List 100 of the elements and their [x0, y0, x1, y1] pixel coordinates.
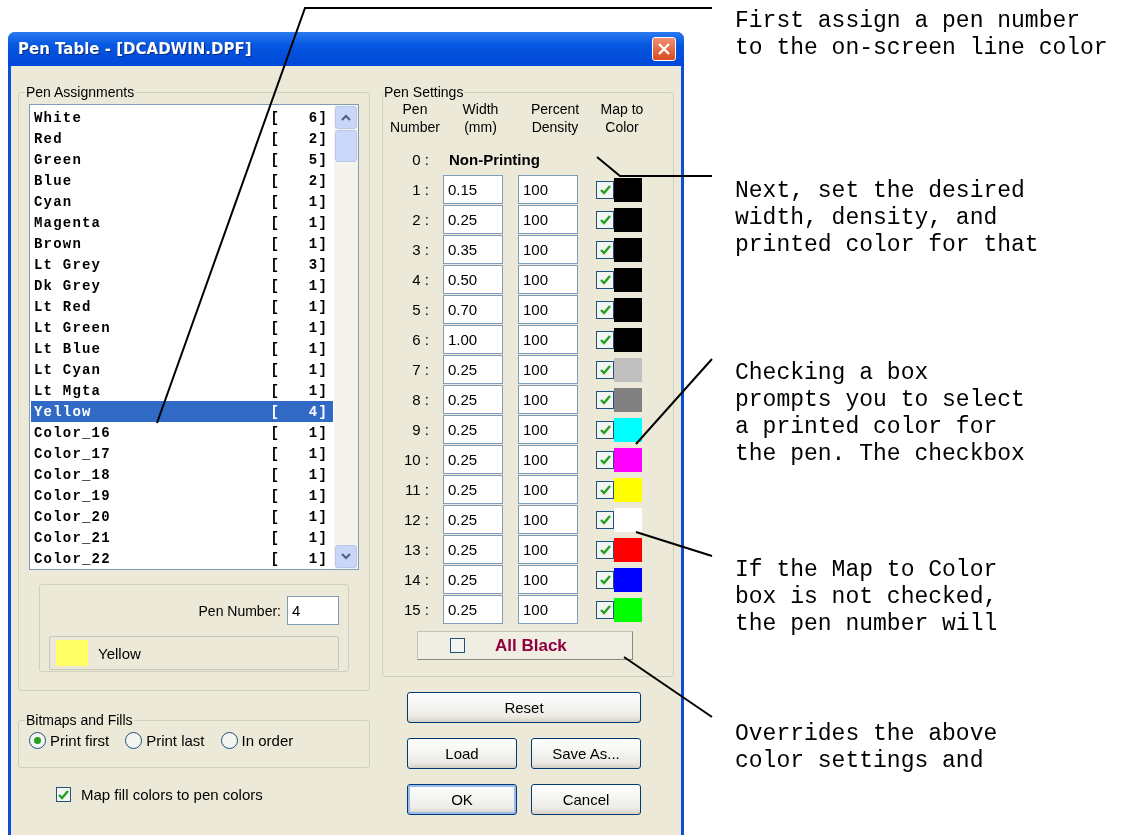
list-item[interactable]: Color_16 [ 1] — [31, 422, 333, 443]
checkbox[interactable] — [596, 210, 614, 229]
width-field[interactable]: 0.25 — [443, 535, 503, 564]
density-field[interactable]: 100 — [518, 385, 578, 414]
checkbox[interactable] — [596, 510, 614, 529]
checkbox[interactable] — [596, 180, 614, 199]
pen-number: 14 : — [402, 570, 430, 590]
width-field[interactable]: 0.25 — [443, 595, 503, 624]
list-item[interactable]: Brown [ 1] — [31, 233, 333, 254]
column-header: Width (mm) — [461, 100, 500, 137]
list-item[interactable]: Color_21 [ 1] — [31, 527, 333, 548]
list-item[interactable]: White [ 6] — [31, 107, 333, 128]
scroll-down-button[interactable] — [335, 545, 357, 568]
list-item[interactable]: Color_22 [ 1] — [31, 548, 333, 569]
width-field[interactable]: 0.50 — [443, 265, 503, 294]
density-field[interactable]: 100 — [518, 235, 578, 264]
column-header: Pen Number — [389, 100, 441, 137]
checkmark-icon — [599, 394, 611, 405]
density-field[interactable]: 100 — [518, 535, 578, 564]
checkbox[interactable] — [596, 420, 614, 439]
list-item[interactable]: Yellow [ 4] — [31, 401, 333, 422]
width-field[interactable]: 0.25 — [443, 505, 503, 534]
list-item[interactable]: Magenta [ 1] — [31, 212, 333, 233]
dialog-button[interactable]: Reset — [407, 692, 641, 723]
checkbox-option[interactable]: Map fill colors to pen colors — [56, 786, 370, 803]
close-button[interactable] — [652, 37, 676, 61]
checkmark-icon — [599, 574, 611, 585]
pen-number: 2 : — [411, 210, 430, 230]
scroll-up-button[interactable] — [335, 106, 357, 129]
checkbox[interactable] — [596, 570, 614, 589]
field-label: Pen Number: — [198, 602, 281, 619]
width-field[interactable]: 0.25 — [443, 415, 503, 444]
list-item[interactable]: Lt Red [ 1] — [31, 296, 333, 317]
radio-button[interactable] — [125, 732, 143, 749]
density-field[interactable]: 100 — [518, 475, 578, 504]
list-item[interactable]: Lt Blue [ 1] — [31, 338, 333, 359]
checkbox[interactable] — [596, 390, 614, 409]
override-toggle-button[interactable]: All Black — [417, 631, 633, 660]
density-field[interactable]: 100 — [518, 295, 578, 324]
density-field[interactable]: 100 — [518, 175, 578, 204]
list-item[interactable]: Color_18 [ 1] — [31, 464, 333, 485]
scroll-thumb[interactable] — [335, 130, 357, 162]
scrollbar[interactable] — [334, 105, 358, 569]
list-item[interactable]: Color_17 [ 1] — [31, 443, 333, 464]
dialog-button[interactable]: Save As... — [531, 738, 641, 769]
checkbox[interactable] — [596, 300, 614, 319]
width-field[interactable]: 0.25 — [443, 445, 503, 474]
radio-option[interactable]: Print first — [29, 732, 110, 749]
radio-button[interactable] — [220, 732, 238, 749]
width-field[interactable]: 0.25 — [443, 385, 503, 414]
list-item[interactable]: Color_20 [ 1] — [31, 506, 333, 527]
checkmark-icon — [599, 334, 611, 345]
list-item[interactable]: Green [ 5] — [31, 149, 333, 170]
density-field[interactable]: 100 — [518, 205, 578, 234]
dialog-button[interactable]: Load — [407, 738, 517, 769]
density-field[interactable]: 100 — [518, 265, 578, 294]
checkbox[interactable] — [596, 600, 614, 619]
dialog-button[interactable]: Cancel — [531, 784, 641, 815]
list-item[interactable]: Dk Grey [ 1] — [31, 275, 333, 296]
checkbox[interactable] — [596, 540, 614, 559]
width-field[interactable]: 0.25 — [443, 205, 503, 234]
density-field[interactable]: 100 — [518, 355, 578, 384]
density-field[interactable]: 100 — [518, 565, 578, 594]
checkbox[interactable] — [596, 480, 614, 499]
radio-option[interactable]: In order — [220, 732, 294, 749]
checkmark-icon — [599, 184, 611, 195]
checkbox[interactable] — [596, 360, 614, 379]
density-field[interactable]: 100 — [518, 505, 578, 534]
width-field[interactable]: 0.35 — [443, 235, 503, 264]
checkbox[interactable] — [450, 638, 465, 653]
pen-number: 0 : — [411, 150, 430, 170]
list-item[interactable]: Lt Cyan [ 1] — [31, 359, 333, 380]
width-field[interactable]: 0.25 — [443, 355, 503, 384]
density-field[interactable]: 100 — [518, 595, 578, 624]
density-field[interactable]: 100 — [518, 445, 578, 474]
list-item[interactable]: Lt Mgta [ 1] — [31, 380, 333, 401]
width-field[interactable]: 0.70 — [443, 295, 503, 324]
density-field[interactable]: 100 — [518, 415, 578, 444]
pen-number: 11 : — [404, 480, 430, 500]
width-field[interactable]: 0.15 — [443, 175, 503, 204]
checkbox[interactable] — [596, 330, 614, 349]
density-field[interactable]: 100 — [518, 325, 578, 354]
list-item[interactable]: Lt Green [ 1] — [31, 317, 333, 338]
list-item[interactable]: Color_19 [ 1] — [31, 485, 333, 506]
checkbox[interactable] — [596, 270, 614, 289]
width-field[interactable]: 0.25 — [443, 565, 503, 594]
list-item[interactable]: Lt Grey [ 3] — [31, 254, 333, 275]
radio-option[interactable]: Print last — [125, 732, 205, 749]
checkbox[interactable] — [596, 240, 614, 259]
list-item[interactable]: Cyan [ 1] — [31, 191, 333, 212]
dialog-button[interactable]: OK — [407, 784, 517, 815]
width-field[interactable]: 1.00 — [443, 325, 503, 354]
pen-number-field[interactable]: 4 — [287, 596, 339, 625]
width-field[interactable]: 0.25 — [443, 475, 503, 504]
checkbox[interactable] — [596, 450, 614, 469]
radio-button[interactable] — [29, 732, 46, 749]
list-item[interactable]: Red [ 2] — [31, 128, 333, 149]
list-item[interactable]: Blue [ 2] — [31, 170, 333, 191]
checkbox[interactable] — [56, 787, 71, 802]
group-label: Pen Assignments — [25, 84, 136, 100]
